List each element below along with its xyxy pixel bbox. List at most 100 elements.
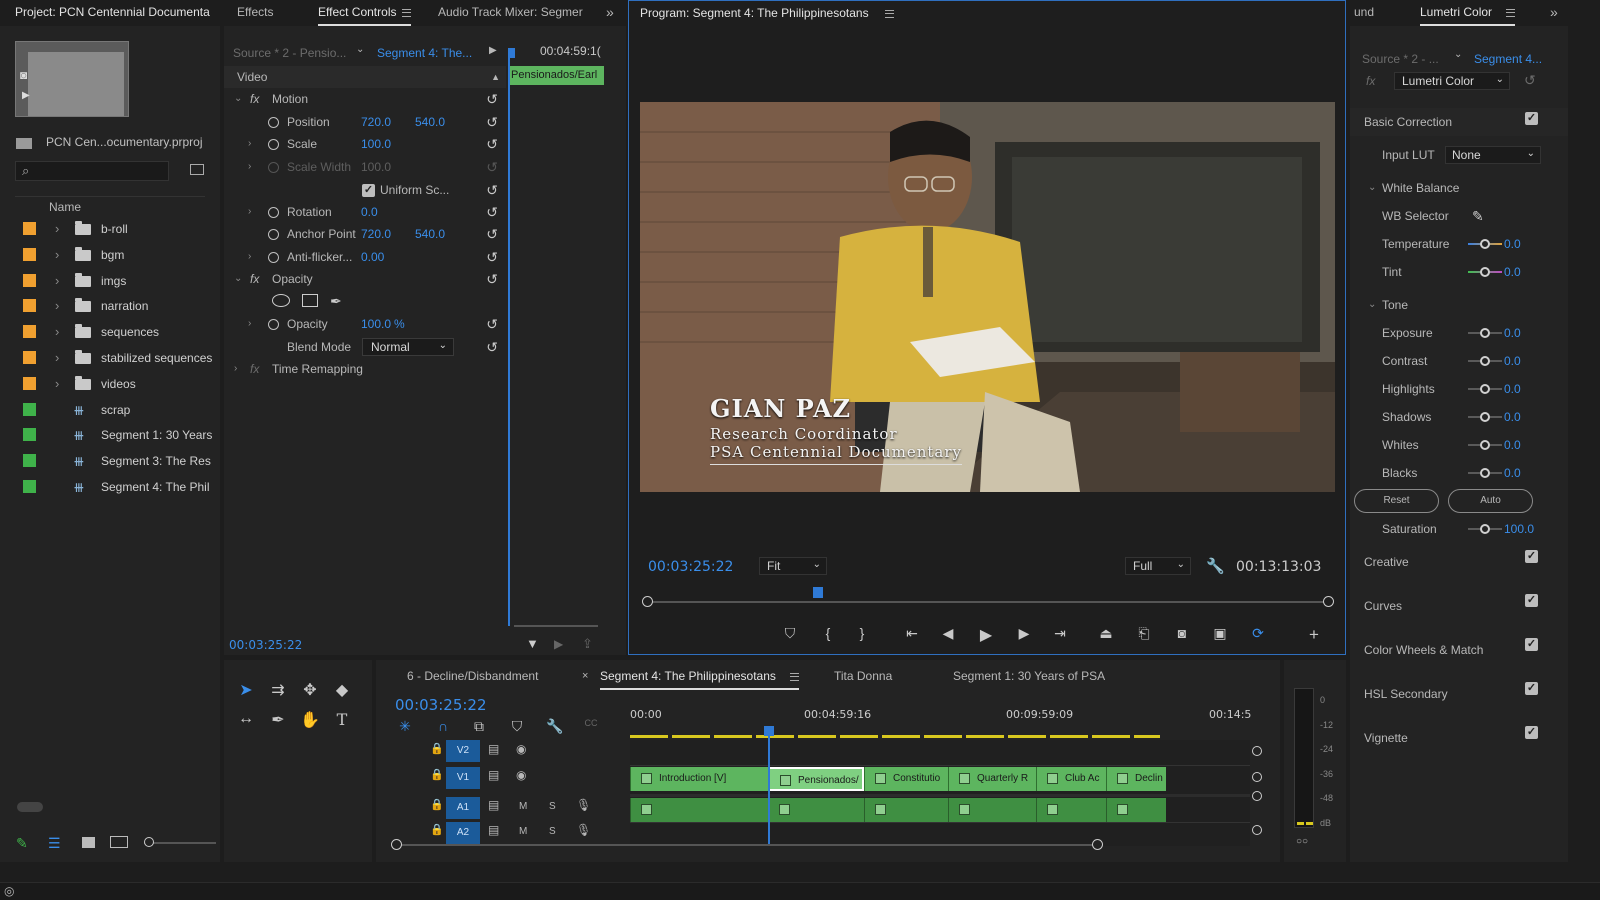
label-color-swatch[interactable] xyxy=(23,376,36,390)
timeline-h-scrollbar[interactable] xyxy=(391,839,1103,850)
solo-meter-icon[interactable]: ○○ xyxy=(1296,836,1308,847)
step-forward-icon[interactable]: ▶ xyxy=(1013,625,1035,642)
lumetri-section-header[interactable]: Color Wheels & Match ✓ xyxy=(1350,636,1568,664)
overflow-chevron-icon[interactable]: » xyxy=(606,0,614,24)
play-audio-icon[interactable]: ▶ xyxy=(554,637,563,651)
timeline-ruler[interactable]: 00:00 00:04:59:16 00:09:59:09 00:14:5 xyxy=(630,704,1251,740)
selection-tool-icon[interactable]: ➤ xyxy=(234,680,258,700)
lift-icon[interactable]: ⏏ xyxy=(1095,625,1117,642)
tab-sequence-segment-1[interactable]: Segment 1: 30 Years of PSA xyxy=(953,664,1105,688)
tint-value[interactable]: 0.0 xyxy=(1504,258,1521,286)
lock-icon[interactable]: 🔒 xyxy=(430,798,444,811)
antiflicker-value[interactable]: 0.00 xyxy=(361,246,384,268)
lumetri-source[interactable]: Source * 2 - ... xyxy=(1362,52,1439,66)
whites-value[interactable]: 0.0 xyxy=(1504,431,1521,459)
timeline-playhead[interactable] xyxy=(768,728,770,846)
audio-clip[interactable] xyxy=(948,798,1036,822)
mute-button[interactable]: M xyxy=(519,801,527,812)
captions-icon[interactable]: CC xyxy=(580,718,602,728)
panel-menu-icon[interactable] xyxy=(1506,8,1516,17)
pen-tool-icon[interactable]: ✒ xyxy=(266,710,290,730)
snap-icon[interactable]: ✳ xyxy=(394,718,416,735)
project-item[interactable]: › bgm xyxy=(15,242,205,268)
project-item[interactable]: › videos xyxy=(15,371,205,397)
track-target-v2[interactable]: V2 xyxy=(446,740,480,762)
expand-caret-icon[interactable]: › xyxy=(55,345,59,371)
program-ruler[interactable] xyxy=(642,587,1334,607)
label-color-swatch[interactable] xyxy=(23,247,36,261)
label-color-swatch[interactable] xyxy=(23,222,36,235)
expand-caret-icon[interactable]: ⌄ xyxy=(234,268,242,290)
reset-icon[interactable]: ↺ xyxy=(486,133,498,155)
tab-sound[interactable]: und xyxy=(1354,0,1374,24)
project-item[interactable]: › stabilized sequences xyxy=(15,345,212,371)
microphone-icon[interactable]: 🎙 xyxy=(576,823,591,837)
shadows-value[interactable]: 0.0 xyxy=(1504,403,1521,431)
expand-caret-icon[interactable]: › xyxy=(55,319,59,345)
program-playhead[interactable] xyxy=(813,587,823,598)
export-icon[interactable]: ⇪ xyxy=(582,636,593,652)
video-clip[interactable]: Pensionados/ xyxy=(768,767,864,791)
eye-icon[interactable]: ◉ xyxy=(516,768,526,782)
expand-caret-icon[interactable]: › xyxy=(248,133,251,155)
panel-menu-icon[interactable] xyxy=(884,9,894,18)
ec-motion-row[interactable]: ⌄ fx Motion ↺ xyxy=(224,88,506,110)
ec-clip-bar[interactable]: Pensionados/Earl xyxy=(508,66,604,85)
icon-view-icon[interactable] xyxy=(82,837,95,848)
anchor-y[interactable]: 540.0 xyxy=(415,223,445,245)
contrast-slider[interactable] xyxy=(1468,356,1502,366)
project-item[interactable]: › sequences xyxy=(15,319,205,345)
tab-program[interactable]: Program: Segment 4: The Philippinesotans xyxy=(640,1,894,25)
lock-icon[interactable]: 🔒 xyxy=(430,768,444,781)
program-timecode[interactable]: 00:03:25:22 xyxy=(648,559,733,575)
reset-icon[interactable]: ↺ xyxy=(486,88,498,110)
project-column-header[interactable]: Name xyxy=(15,196,205,216)
scale-value[interactable]: 100.0 xyxy=(361,133,391,155)
track-target-v1[interactable]: V1 xyxy=(446,767,480,789)
tab-sequence-segment-4[interactable]: Segment 4: The Philippinesotans xyxy=(600,664,799,690)
microphone-icon[interactable]: 🎙 xyxy=(576,798,591,812)
label-color-swatch[interactable] xyxy=(23,299,36,313)
zoom-slider[interactable] xyxy=(144,837,216,847)
temperature-slider[interactable] xyxy=(1468,239,1502,249)
audio-clip[interactable] xyxy=(1106,798,1166,822)
linked-selection-icon[interactable]: ∩ xyxy=(432,718,454,734)
mark-in-icon[interactable]: { xyxy=(817,625,839,641)
uniform-scale-checkbox[interactable]: ✓ xyxy=(362,184,375,197)
project-item[interactable]: › narration xyxy=(15,293,205,319)
toggle-sync-icon[interactable]: ▤ xyxy=(488,768,499,782)
expand-caret-icon[interactable]: › xyxy=(55,293,59,319)
label-color-swatch[interactable] xyxy=(23,273,36,287)
reset-button[interactable]: Reset xyxy=(1354,489,1439,513)
pencil-icon[interactable]: ✎ xyxy=(16,835,28,852)
comparison-view-icon[interactable]: ▣ xyxy=(1209,625,1231,642)
status-icon[interactable]: ◎ xyxy=(4,884,14,898)
panel-menu-icon[interactable] xyxy=(402,8,412,17)
exposure-slider[interactable] xyxy=(1468,328,1502,338)
saturation-slider[interactable] xyxy=(1468,524,1502,534)
expand-caret-icon[interactable]: › xyxy=(248,246,251,268)
expand-caret-icon[interactable]: › xyxy=(55,268,59,294)
shadows-slider[interactable] xyxy=(1468,412,1502,422)
video-clip[interactable]: Club Ac xyxy=(1036,767,1106,791)
audio-clip[interactable] xyxy=(864,798,948,822)
opacity-value[interactable]: 100.0 xyxy=(361,313,391,335)
lumetri-section-header[interactable]: HSL Secondary ✓ xyxy=(1350,680,1568,708)
wrench-icon[interactable]: 🔧 xyxy=(1206,557,1225,575)
hand-tool-icon[interactable]: ✋ xyxy=(298,710,322,730)
project-search-box[interactable]: ⌕ xyxy=(15,161,169,181)
razor-tool-icon[interactable]: ◆ xyxy=(330,680,354,700)
reset-icon[interactable]: ↺ xyxy=(1524,72,1536,89)
ec-opacity-section[interactable]: ⌄ fx Opacity ↺ xyxy=(224,268,506,290)
solo-button[interactable]: S xyxy=(549,801,556,812)
temperature-value[interactable]: 0.0 xyxy=(1504,230,1521,258)
expand-arrow-icon[interactable]: ▶ xyxy=(489,45,497,56)
audio-clip[interactable] xyxy=(1036,798,1106,822)
project-item[interactable]: › b-roll xyxy=(15,216,205,242)
stopwatch-icon[interactable] xyxy=(268,117,279,128)
tab-effects[interactable]: Effects xyxy=(237,0,273,24)
auto-button[interactable]: Auto xyxy=(1448,489,1533,513)
timeline-v-scrollbars[interactable] xyxy=(1252,746,1262,836)
toggle-sync-icon[interactable]: ▤ xyxy=(488,742,499,756)
audio-clip[interactable] xyxy=(630,798,768,822)
